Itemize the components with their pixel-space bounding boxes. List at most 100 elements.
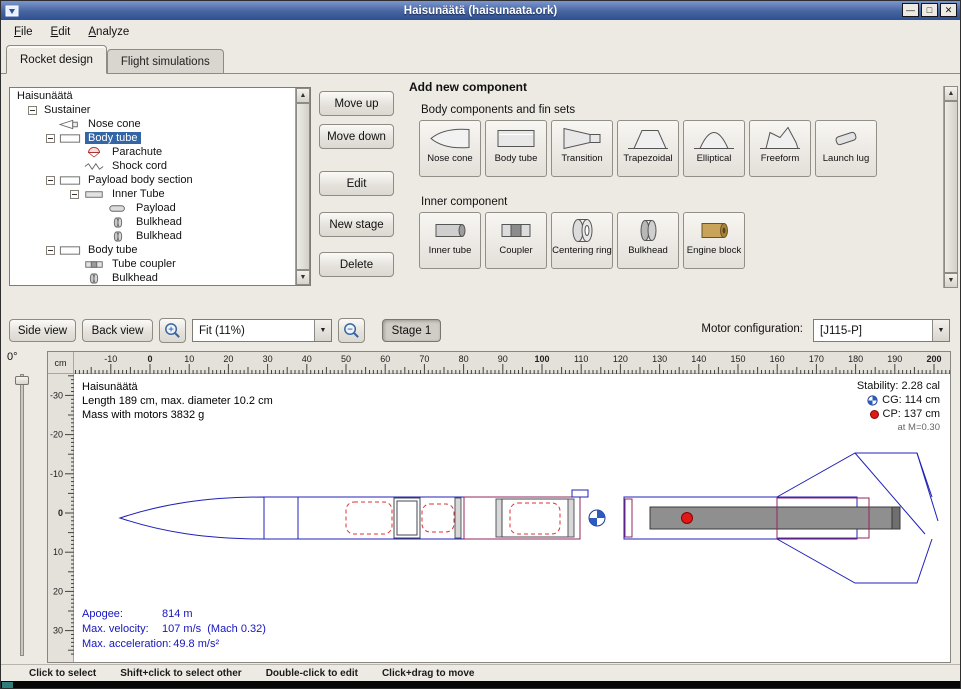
body-tube-shape[interactable] bbox=[264, 497, 464, 539]
tree-expander-icon[interactable] bbox=[28, 106, 37, 115]
tab-flight-simulations[interactable]: Flight simulations bbox=[107, 49, 224, 73]
scroll-down-icon[interactable]: ▼ bbox=[944, 273, 958, 288]
move-up-button[interactable]: Move up bbox=[319, 91, 394, 116]
max-acceleration-row: Max. acceleration:49.8 m/s² bbox=[82, 637, 266, 652]
tree-item-shock-cord[interactable]: Shock cord bbox=[10, 159, 295, 173]
svg-text:20: 20 bbox=[223, 354, 233, 364]
move-down-button[interactable]: Move down bbox=[319, 124, 394, 149]
menu-analyze[interactable]: Analyze bbox=[79, 23, 138, 41]
motor-configuration-select[interactable]: [J115-P] ▼ bbox=[813, 319, 950, 342]
zoom-out-button[interactable] bbox=[338, 318, 365, 343]
add-bulkhead-button[interactable]: Bulkhead bbox=[617, 212, 679, 269]
motor-configuration-value: [J115-P] bbox=[814, 320, 932, 341]
close-button[interactable]: ✕ bbox=[940, 3, 957, 17]
svg-text:130: 130 bbox=[652, 354, 667, 364]
body-tube-icon bbox=[59, 175, 81, 186]
add-elliptical-fin-button[interactable]: Elliptical bbox=[683, 120, 745, 177]
bulkhead-icon bbox=[107, 217, 129, 228]
rotation-slider-handle[interactable] bbox=[15, 376, 29, 385]
tree-item-body-tube[interactable]: Body tube bbox=[10, 243, 295, 257]
tree-scrollbar[interactable]: ▲ ▼ bbox=[295, 88, 310, 285]
nose-cone-shape[interactable] bbox=[120, 497, 264, 539]
tree-item-bulkhead[interactable]: Bulkhead bbox=[10, 271, 295, 285]
add-body-tube-button[interactable]: Body tube bbox=[485, 120, 547, 177]
add-panel-scrollbar[interactable]: ▲ ▼ bbox=[943, 86, 958, 288]
rocket-canvas[interactable]: Haisunäätä Length 189 cm, max. diameter … bbox=[74, 374, 950, 662]
add-freeform-fin-button[interactable]: Freeform bbox=[749, 120, 811, 177]
tree-item-bulkhead[interactable]: Bulkhead bbox=[10, 229, 295, 243]
chevron-down-icon[interactable]: ▼ bbox=[932, 320, 949, 341]
add-launch-lug-button[interactable]: Launch lug bbox=[815, 120, 877, 177]
maximize-button[interactable]: □ bbox=[921, 3, 938, 17]
back-view-button[interactable]: Back view bbox=[82, 319, 153, 342]
chevron-down-icon[interactable]: ▼ bbox=[314, 320, 331, 341]
rocket-design-pane: Haisunäätä Sustainer Nose cone Body tube… bbox=[1, 74, 960, 314]
svg-text:180: 180 bbox=[848, 354, 863, 364]
tree-expander-icon[interactable] bbox=[46, 176, 55, 185]
add-engine-block-button[interactable]: Engine block bbox=[683, 212, 745, 269]
tree-item-payload-body-section[interactable]: Payload body section bbox=[10, 173, 295, 187]
payload-icon bbox=[107, 203, 129, 214]
scroll-up-icon[interactable]: ▲ bbox=[296, 88, 310, 103]
add-trapezoidal-fin-button[interactable]: Trapezoidal bbox=[617, 120, 679, 177]
svg-text:-10: -10 bbox=[50, 469, 63, 479]
tree-item-rocket[interactable]: Haisunäätä bbox=[10, 89, 295, 103]
resize-corner bbox=[2, 682, 13, 689]
rotation-slider[interactable] bbox=[15, 374, 29, 656]
add-component-title: Add new component bbox=[409, 80, 527, 94]
fin-shape[interactable] bbox=[777, 453, 932, 497]
tree-item-body-tube-selected[interactable]: Body tube bbox=[10, 131, 295, 145]
tree-item-nose-cone[interactable]: Nose cone bbox=[10, 117, 295, 131]
tree-item-bulkhead[interactable]: Bulkhead bbox=[10, 215, 295, 229]
svg-text:30: 30 bbox=[53, 626, 63, 636]
tree-expander-icon[interactable] bbox=[70, 190, 79, 199]
tree-item-parachute[interactable]: Parachute bbox=[10, 145, 295, 159]
tree-item-inner-tube[interactable]: Inner Tube bbox=[10, 187, 295, 201]
svg-text:170: 170 bbox=[809, 354, 824, 364]
tree-expander-icon[interactable] bbox=[46, 246, 55, 255]
svg-text:0: 0 bbox=[147, 354, 152, 364]
app-icon[interactable] bbox=[5, 5, 19, 17]
cp-value: CP: 137 cm bbox=[883, 407, 940, 421]
elliptical-fin-icon bbox=[692, 124, 736, 153]
new-stage-button[interactable]: New stage bbox=[319, 212, 394, 237]
fin-shape[interactable] bbox=[777, 539, 932, 583]
add-transition-button[interactable]: Transition bbox=[551, 120, 613, 177]
add-inner-tube-button[interactable]: Inner tube bbox=[419, 212, 481, 269]
scrollbar-thumb[interactable] bbox=[296, 103, 310, 270]
tab-bar: Rocket design Flight simulations bbox=[1, 43, 960, 74]
launch-lug-shape[interactable] bbox=[572, 490, 588, 497]
scroll-up-icon[interactable]: ▲ bbox=[944, 86, 958, 101]
edit-button[interactable]: Edit bbox=[319, 171, 394, 196]
zoom-level-select[interactable]: Fit (11%) ▼ bbox=[192, 319, 332, 342]
menu-file[interactable]: File bbox=[5, 23, 42, 41]
scrollbar-thumb[interactable] bbox=[944, 101, 958, 273]
delete-button[interactable]: Delete bbox=[319, 252, 394, 277]
stability-info: Stability: 2.28 cal CG: 114 cm CP: 137 c… bbox=[857, 379, 940, 435]
transition-icon bbox=[560, 124, 604, 153]
svg-text:-30: -30 bbox=[50, 390, 63, 400]
cg-marker bbox=[589, 510, 605, 526]
zoom-in-button[interactable] bbox=[159, 318, 186, 343]
scroll-down-icon[interactable]: ▼ bbox=[296, 270, 310, 285]
add-centering-ring-button[interactable]: Centering ring bbox=[551, 212, 613, 269]
svg-text:190: 190 bbox=[887, 354, 902, 364]
menu-edit[interactable]: Edit bbox=[42, 23, 80, 41]
tree-item-tube-coupler[interactable]: Tube coupler bbox=[10, 257, 295, 271]
svg-text:50: 50 bbox=[341, 354, 351, 364]
tree-item-sustainer[interactable]: Sustainer bbox=[10, 103, 295, 117]
tree-item-payload[interactable]: Payload bbox=[10, 201, 295, 215]
add-nose-cone-button[interactable]: Nose cone bbox=[419, 120, 481, 177]
titlebar[interactable]: Haisunäätä (haisunaata.ork) — □ ✕ bbox=[1, 1, 960, 20]
tab-rocket-design[interactable]: Rocket design bbox=[6, 45, 107, 74]
svg-text:40: 40 bbox=[302, 354, 312, 364]
side-view-button[interactable]: Side view bbox=[9, 319, 76, 342]
minimize-button[interactable]: — bbox=[902, 3, 919, 17]
stage-1-toggle[interactable]: Stage 1 bbox=[382, 319, 441, 342]
rotation-slider-track[interactable] bbox=[20, 374, 24, 656]
add-coupler-button[interactable]: Coupler bbox=[485, 212, 547, 269]
tree-expander-icon[interactable] bbox=[46, 134, 55, 143]
trapezoidal-fin-icon bbox=[626, 124, 670, 153]
component-tree[interactable]: Haisunäätä Sustainer Nose cone Body tube… bbox=[9, 87, 311, 286]
nose-cone-icon bbox=[59, 119, 81, 130]
